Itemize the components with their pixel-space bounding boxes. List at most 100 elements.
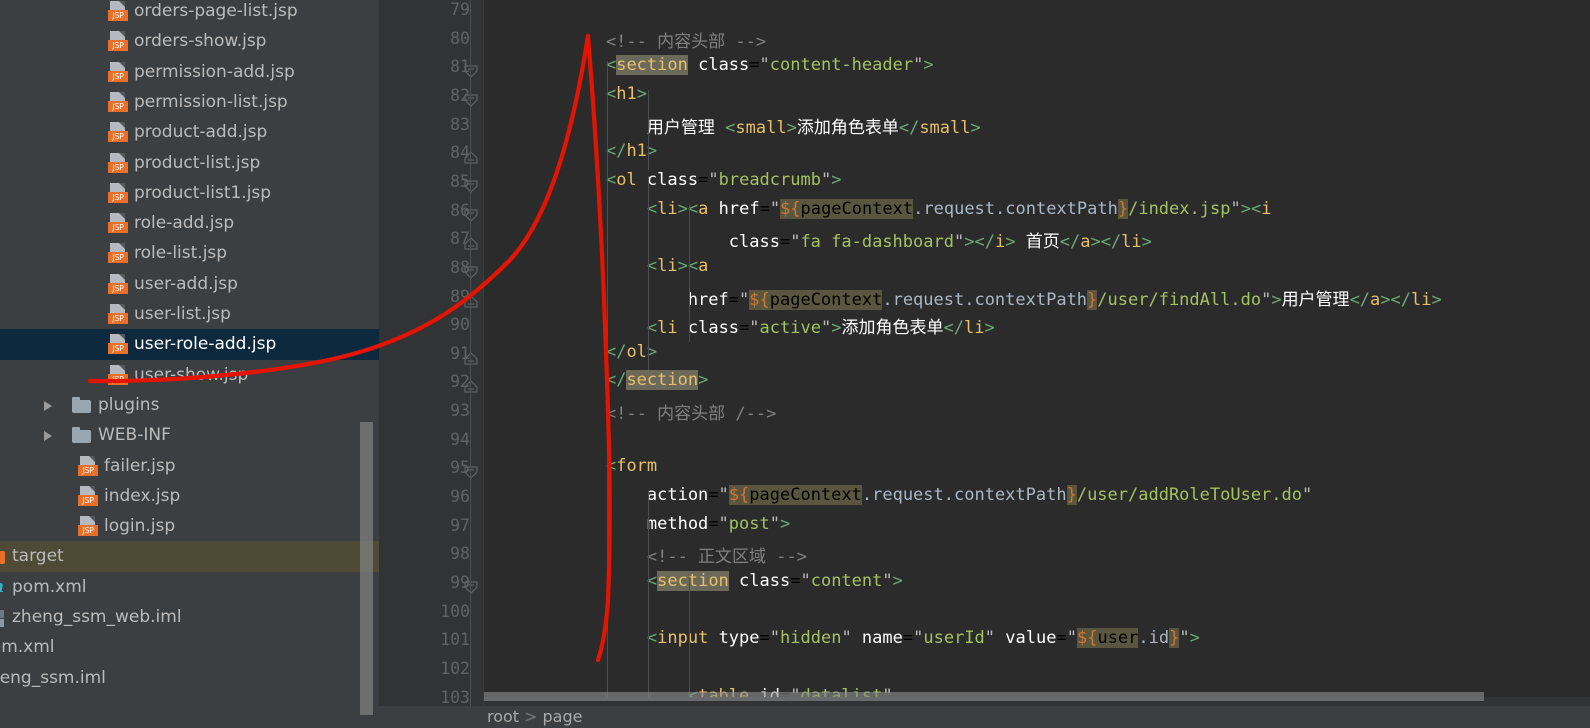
code-line[interactable]: <li><a href="${pageContext.request.conte… xyxy=(565,198,1271,219)
code-fold-marker[interactable] xyxy=(463,65,479,79)
module-iml-icon xyxy=(0,610,6,627)
breadcrumb-item[interactable]: root xyxy=(487,707,519,726)
tree-item[interactable]: JSP orders-page-list.jsp xyxy=(0,0,379,26)
chevron-right-icon[interactable] xyxy=(44,431,52,442)
tree-item[interactable]: JSP failer.jsp xyxy=(0,451,379,481)
tree-item[interactable]: JSP product-add.jsp xyxy=(0,117,379,147)
line-number: 90 xyxy=(450,315,470,335)
tree-item[interactable]: zheng_ssm.iml xyxy=(0,663,379,693)
tree-item[interactable]: JSP permission-list.jsp xyxy=(0,87,379,117)
code-line[interactable]: class="fa fa-dashboard"></i> 首页</a></li> xyxy=(565,227,1152,252)
tree-item[interactable]: target xyxy=(0,541,379,572)
tree-item[interactable]: JSP user-add.jsp xyxy=(0,269,379,299)
code-line[interactable]: </h1> xyxy=(565,141,657,161)
line-number: 81 xyxy=(450,57,470,77)
tree-item-label: product-list1.jsp xyxy=(134,182,272,203)
jsp-file-icon: JSP xyxy=(78,455,98,477)
jsp-file-icon: JSP xyxy=(108,334,128,355)
code-fold-marker[interactable] xyxy=(463,266,479,279)
jsp-file-icon: JSP xyxy=(108,61,128,83)
tree-item-label: permission-list.jsp xyxy=(134,91,288,112)
code-line[interactable]: </ol> xyxy=(565,342,657,362)
tree-item[interactable]: JSP product-list1.jsp xyxy=(0,178,379,208)
tree-item[interactable]: JSP index.jsp xyxy=(0,481,379,511)
editor-hscroll-thumb[interactable] xyxy=(484,692,1484,701)
project-tree-scrollbar[interactable] xyxy=(360,422,373,715)
tree-item-label: WEB-INF xyxy=(98,425,171,446)
line-number: 88 xyxy=(450,257,470,277)
jsp-file-icon: JSP xyxy=(78,485,98,507)
code-editor[interactable]: 79 80 81 82 83 84 85 86 87 88 89 90 91 92 93 94 95 96 97 98… xyxy=(379,0,1590,728)
line-number: 82 xyxy=(450,85,470,105)
code-fold-marker[interactable] xyxy=(463,581,479,594)
code-fold-marker[interactable] xyxy=(463,94,479,107)
tree-item[interactable]: WEB-INF xyxy=(0,420,379,450)
breadcrumb-item[interactable]: page xyxy=(542,707,582,726)
tree-item[interactable]: JSP product-list.jsp xyxy=(0,148,379,178)
jsp-file-icon: JSP xyxy=(108,152,128,174)
code-line[interactable]: <li class="active">添加角色表单</li> xyxy=(565,313,995,338)
code-line[interactable]: href="${pageContext.request.contextPath}… xyxy=(565,285,1442,310)
jsp-file-icon: JSP xyxy=(108,273,128,295)
tree-item[interactable]: JSP user-list.jsp xyxy=(0,299,379,329)
tree-item[interactable]: mpom.xml xyxy=(0,632,379,662)
fold-rail xyxy=(470,0,471,728)
jsp-file-icon: JSP xyxy=(108,31,128,52)
code-line[interactable]: <h1> xyxy=(565,84,647,104)
code-fold-marker[interactable] xyxy=(463,237,479,250)
jsp-file-icon: JSP xyxy=(108,304,128,325)
tree-item[interactable]: JSP orders-show.jsp xyxy=(0,26,379,56)
code-line[interactable]: <section class="content-header"> xyxy=(565,55,934,76)
tree-item[interactable]: JSP user-role-add.jsp xyxy=(0,329,379,360)
tree-item-label: orders-show.jsp xyxy=(134,31,267,52)
code-fold-marker[interactable] xyxy=(463,180,479,193)
jsp-file-icon: JSP xyxy=(108,243,128,264)
code-line[interactable]: <section class="content"> xyxy=(565,571,903,591)
indent-guide xyxy=(607,462,608,715)
code-fold-marker[interactable] xyxy=(463,208,479,222)
code-fold-marker[interactable] xyxy=(463,351,479,365)
line-number: 97 xyxy=(450,515,470,535)
tree-item[interactable]: mpom.xml xyxy=(0,572,379,602)
editor-gutter[interactable]: 79 80 81 82 83 84 85 86 87 88 89 90 91 92 93 94 95 96 97 98… xyxy=(379,0,484,728)
folder-icon xyxy=(72,427,92,444)
tree-item[interactable]: JSP role-list.jsp xyxy=(0,238,379,268)
code-line[interactable]: <!-- 正文区域 --> xyxy=(565,542,807,567)
tree-item-label: login.jsp xyxy=(104,516,176,537)
code-line[interactable]: <li><a xyxy=(565,256,708,276)
line-number: 96 xyxy=(450,487,470,507)
line-number: 92 xyxy=(450,372,470,392)
code-surface[interactable]: <!-- 内容头部 --> <section class="content-he… xyxy=(484,0,1590,728)
project-tree-panel[interactable]: JSP orders-page-list.jsp JSP orders-show.js… xyxy=(0,0,379,728)
maven-icon: m xyxy=(0,576,6,598)
code-line[interactable]: 用户管理 <small>添加角色表单</small> xyxy=(565,113,981,138)
code-line[interactable]: method="post"> xyxy=(565,514,790,534)
code-line[interactable]: <form xyxy=(565,456,657,476)
tree-item[interactable]: JSP role-add.jsp xyxy=(0,208,379,238)
line-number: 101 xyxy=(440,630,470,650)
code-line[interactable]: <!-- 内容头部 --> xyxy=(565,27,766,52)
code-fold-marker[interactable] xyxy=(463,380,479,394)
code-line[interactable]: <input type="hidden" name="userId" value… xyxy=(565,628,1200,649)
tree-item-label: user-show.jsp xyxy=(134,364,249,385)
code-fold-marker[interactable] xyxy=(463,151,479,164)
indent-guide xyxy=(689,204,690,342)
code-fold-marker[interactable] xyxy=(463,294,479,308)
tree-item-label: permission-add.jsp xyxy=(134,61,295,82)
jsp-file-icon: JSP xyxy=(78,516,98,537)
line-number: 84 xyxy=(450,143,470,163)
tree-item-label: role-add.jsp xyxy=(134,213,235,234)
line-number: 93 xyxy=(450,401,470,421)
tree-item[interactable]: zheng_ssm_web.iml xyxy=(0,602,379,632)
code-fold-marker[interactable] xyxy=(463,466,479,480)
tree-item[interactable]: plugins xyxy=(0,390,379,420)
breadcrumb[interactable]: root > page xyxy=(487,707,582,726)
tree-item[interactable]: JSP user-show.jsp xyxy=(0,360,379,390)
ide-window: JSP orders-page-list.jsp JSP orders-show.js… xyxy=(0,0,1590,728)
code-line[interactable]: <!-- 内容头部 /--> xyxy=(565,399,776,424)
tree-item[interactable]: JSP login.jsp xyxy=(0,511,379,541)
code-line[interactable]: </section> xyxy=(565,370,708,391)
code-line[interactable]: action="${pageContext.request.contextPat… xyxy=(565,485,1312,506)
tree-item[interactable]: JSP permission-add.jsp xyxy=(0,57,379,87)
chevron-right-icon[interactable] xyxy=(44,400,52,411)
